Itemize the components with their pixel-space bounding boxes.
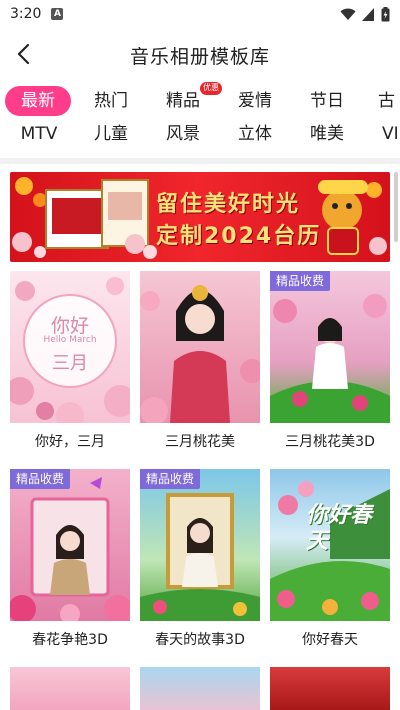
- template-thumbnail: [140, 271, 260, 423]
- app-header: 音乐相册模板库: [0, 28, 400, 80]
- template-thumbnail-partial[interactable]: [140, 667, 260, 710]
- tab-hot[interactable]: 热门: [86, 86, 136, 116]
- category-tabs-row-1: 最新 热门 精品 优惠 爱情 节日 古: [0, 82, 400, 118]
- scrollbar[interactable]: [394, 172, 398, 242]
- signal-icon: [362, 7, 374, 21]
- overlay-greeting: 你好春天: [306, 503, 373, 554]
- template-caption: 你好春天: [302, 632, 358, 648]
- template-thumbnail-partial[interactable]: [10, 667, 130, 710]
- premium-paid-tag: 精品收费: [270, 271, 331, 291]
- overlay-title: 你好: [50, 315, 89, 337]
- template-caption: 三月桃花美3D: [285, 434, 375, 450]
- tab-premium[interactable]: 精品 优惠: [158, 82, 222, 116]
- premium-paid-tag: 精品收费: [140, 469, 201, 489]
- tab-3d[interactable]: 立体: [230, 119, 280, 149]
- overlay-subtitle: Hello March: [43, 335, 97, 345]
- premium-paid-tag: 精品收费: [10, 469, 71, 489]
- banner-headline: 留住美好时光: [156, 192, 301, 217]
- template-card[interactable]: 三月桃花美: [140, 271, 260, 451]
- status-bar: 3:20 A: [0, 0, 400, 28]
- tab-festival[interactable]: 节日: [302, 86, 352, 116]
- tab-children[interactable]: 儿童: [86, 119, 136, 149]
- status-time: 3:20: [10, 6, 42, 22]
- template-card[interactable]: 精品收费 春花争艳3D: [10, 469, 130, 649]
- tab-mtv[interactable]: MTV: [12, 119, 66, 149]
- template-thumbnail: 你好春天: [270, 469, 390, 621]
- template-thumbnail: 精品收费: [140, 469, 260, 621]
- wifi-icon: [340, 8, 356, 20]
- template-thumbnail-partial[interactable]: [270, 667, 390, 710]
- tab-love[interactable]: 爱情: [230, 86, 280, 116]
- overlay-month: 三月: [52, 353, 88, 374]
- template-card[interactable]: 精品收费 三月桃花美3D: [270, 271, 390, 451]
- discount-badge: 优惠: [200, 82, 222, 95]
- notification-icon: A: [51, 8, 64, 20]
- template-thumbnail: 精品收费: [270, 271, 390, 423]
- template-caption: 三月桃花美: [165, 434, 235, 450]
- template-caption: 春花争艳3D: [32, 632, 108, 648]
- category-tabs-row-2: MTV 儿童 风景 立体 唯美 VI: [0, 119, 400, 151]
- template-card[interactable]: 你好春天 你好春天: [270, 469, 390, 649]
- tab-ancient[interactable]: 古: [378, 86, 400, 116]
- calendar-promo-banner[interactable]: 留住美好时光 定制2024台历: [10, 172, 390, 262]
- tab-aesthetic[interactable]: 唯美: [302, 119, 352, 149]
- section-divider: [0, 158, 400, 164]
- template-card[interactable]: 你好 Hello March 三月 你好，三月: [10, 271, 130, 451]
- template-thumbnail: 你好 Hello March 三月: [10, 271, 130, 423]
- page-title: 音乐相册模板库: [129, 46, 270, 68]
- tab-vip[interactable]: VI: [382, 119, 400, 149]
- tab-premium-label: 精品: [166, 91, 200, 111]
- tab-newest[interactable]: 最新: [5, 86, 71, 116]
- template-caption: 春天的故事3D: [155, 632, 245, 648]
- battery-icon: [381, 6, 390, 21]
- banner-subheadline: 定制2024台历: [156, 224, 322, 249]
- template-thumbnail: 精品收费: [10, 469, 130, 621]
- status-icons: [340, 6, 390, 22]
- template-card[interactable]: 精品收费 春天的故事3D: [140, 469, 260, 649]
- template-caption: 你好，三月: [35, 434, 105, 450]
- tab-scenery[interactable]: 风景: [158, 119, 208, 149]
